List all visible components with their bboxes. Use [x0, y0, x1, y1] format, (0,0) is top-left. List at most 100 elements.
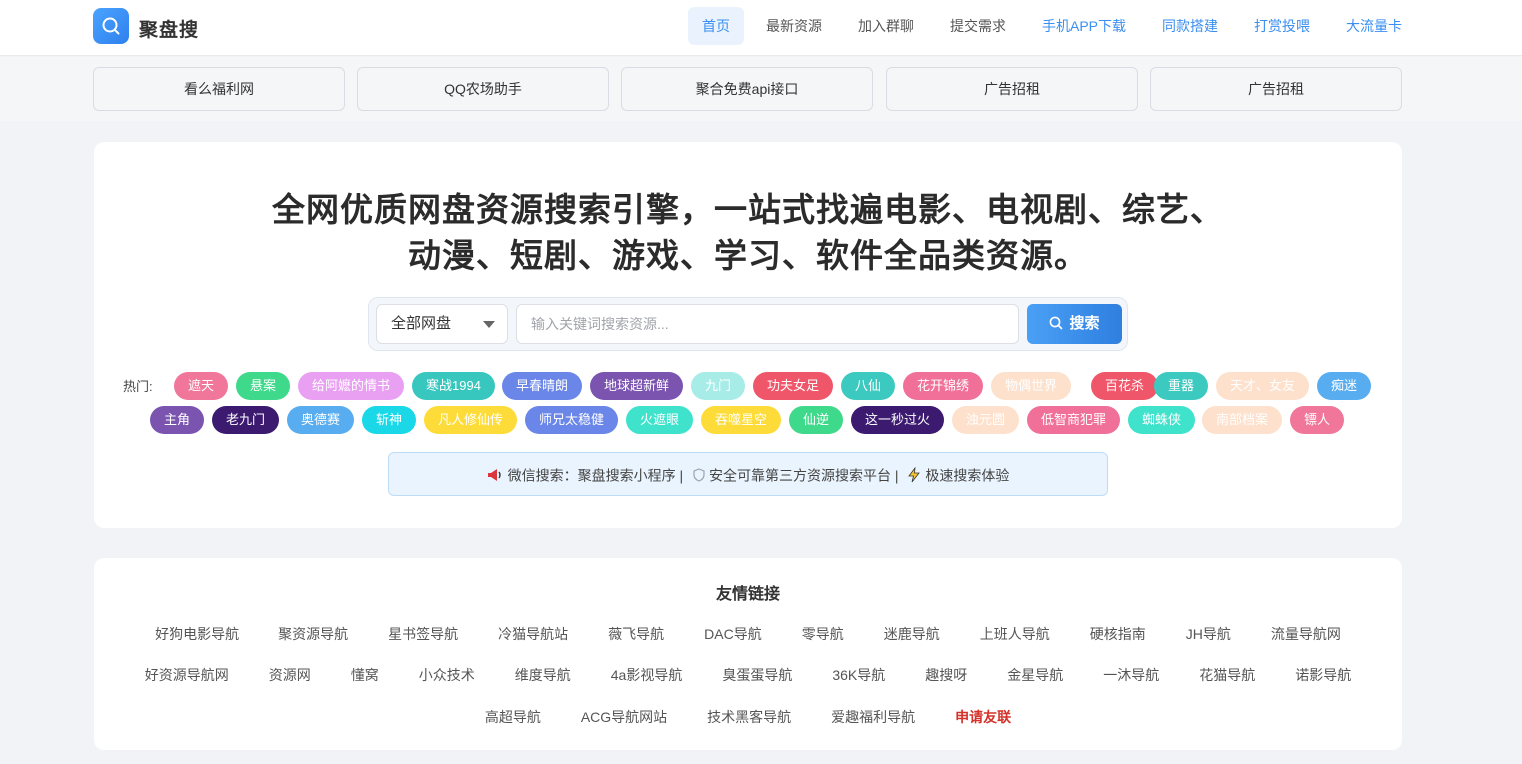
hot-tag-12[interactable]: 重器	[1154, 372, 1209, 400]
hot-tag-8[interactable]: 八仙	[841, 372, 896, 400]
hot-tag-1[interactable]: 悬案	[236, 372, 291, 400]
hot-tag-20[interactable]: 师兄太稳健	[525, 406, 619, 434]
notice-bar: 微信搜索：聚盘搜索小程序 | 安全可靠第三方资源搜索平台 | 极速搜索体验	[388, 452, 1108, 496]
friend-link[interactable]: 36K导航	[832, 665, 885, 685]
friend-links-row: 高超导航 ACG导航网站 技术黑客导航 爱趣福利导航 申请友联	[94, 707, 1402, 727]
friend-link[interactable]: 好资源导航网	[145, 665, 229, 685]
friend-link[interactable]: 懂窝	[351, 665, 379, 685]
hot-tag-24[interactable]: 这一秒过火	[851, 406, 945, 434]
hot-tag-6[interactable]: 九门	[691, 372, 746, 400]
ad-bar: 看么福利网 QQ农场助手 聚合免费api接口 广告招租 广告招租	[0, 57, 1522, 121]
hot-tag-28[interactable]: 南部档案	[1202, 406, 1283, 434]
hot-tag-22[interactable]: 吞噬星空	[701, 406, 782, 434]
hot-tag-13[interactable]: 天才、女友	[1216, 372, 1310, 400]
friend-links-row: 好狗电影导航 聚资源导航 星书签导航 冷猫导航站 薇飞导航 DAC导航 零导航 迷鹿导航 上班人…	[94, 624, 1402, 644]
friend-link[interactable]: 花猫导航	[1199, 665, 1255, 685]
friend-link[interactable]: 小众技术	[419, 665, 475, 685]
logo[interactable]	[93, 8, 129, 44]
friend-links-title: 友情链接	[715, 586, 780, 603]
friend-link[interactable]: 流量导航网	[1271, 624, 1341, 644]
ad-slot-3[interactable]: 广告招租	[886, 67, 1138, 111]
hot-tag-10[interactable]: 物偶世界	[991, 372, 1072, 400]
hot-tag-7[interactable]: 功夫女足	[753, 372, 834, 400]
search-input[interactable]	[516, 304, 1019, 344]
nav-item-1[interactable]: 最新资源	[752, 7, 836, 45]
hot-tag-5[interactable]: 地球超新鲜	[590, 372, 684, 400]
ad-slot-0[interactable]: 看么福利网	[93, 67, 345, 111]
hot-tag-26[interactable]: 低智商犯罪	[1027, 406, 1121, 434]
friend-link[interactable]: JH导航	[1186, 624, 1231, 644]
nav-item-3[interactable]: 提交需求	[936, 7, 1020, 45]
header: 聚盘搜 首页 最新资源 加入群聊 提交需求 手机APP下载 同款搭建 打赏投喂 大流量卡	[0, 0, 1522, 56]
search-button[interactable]: 搜索	[1027, 304, 1122, 344]
shield-icon	[693, 468, 705, 482]
hot-tag-16[interactable]: 老九门	[212, 406, 280, 434]
hot-tag-4[interactable]: 早春晴朗	[502, 372, 583, 400]
top-nav: 首页 最新资源 加入群聊 提交需求 手机APP下载 同款搭建 打赏投喂 大流量卡	[688, 7, 1424, 45]
lightning-icon	[908, 466, 921, 483]
select-value: 全部网盘	[391, 315, 452, 332]
friend-link[interactable]: 4a影视导航	[611, 665, 683, 685]
friend-link[interactable]: 薇飞导航	[608, 624, 664, 644]
nav-item-5[interactable]: 同款搭建	[1148, 7, 1232, 45]
hot-tag-18[interactable]: 斩神	[362, 406, 417, 434]
nav-item-2[interactable]: 加入群聊	[844, 7, 928, 45]
friend-link[interactable]: 聚资源导航	[278, 624, 348, 644]
nav-item-4[interactable]: 手机APP下载	[1028, 7, 1140, 45]
friend-link[interactable]: 爱趣福利导航	[831, 707, 915, 727]
apply-friend-link[interactable]: 申请友联	[955, 707, 1011, 727]
ad-slot-2[interactable]: 聚合免费api接口	[621, 67, 873, 111]
search-button-label: 搜索	[1069, 315, 1100, 332]
chevron-down-icon	[483, 321, 495, 328]
hot-label: 热门:	[123, 379, 153, 394]
friend-links-row: 好资源导航网 资源网 懂窝 小众技术 维度导航 4a影视导航 臭蛋蛋导航 36K导航 趣搜呀 金星…	[94, 665, 1402, 685]
friend-link[interactable]: 臭蛋蛋导航	[722, 665, 792, 685]
page-title: 全网优质网盘资源搜索引擎，一站式找遍电影、电视剧、综艺、 动漫、短剧、游戏、学习…	[94, 187, 1402, 279]
hot-tag-27[interactable]: 蜘蛛侠	[1128, 406, 1196, 434]
nav-item-6[interactable]: 打赏投喂	[1240, 7, 1324, 45]
friend-link[interactable]: DAC导航	[704, 624, 762, 644]
friend-link[interactable]: 维度导航	[515, 665, 571, 685]
friend-link[interactable]: 趣搜呀	[925, 665, 967, 685]
brand-name[interactable]: 聚盘搜	[139, 15, 199, 42]
friend-link[interactable]: 资源网	[269, 665, 311, 685]
hot-tag-17[interactable]: 奥德赛	[287, 406, 355, 434]
friend-link[interactable]: 上班人导航	[980, 624, 1050, 644]
megaphone-icon	[487, 469, 501, 482]
hot-tag-9[interactable]: 花开锦绣	[903, 372, 984, 400]
friend-link[interactable]: 一沐导航	[1103, 665, 1159, 685]
hot-tag-23[interactable]: 仙逆	[789, 406, 844, 434]
friend-link[interactable]: 零导航	[802, 624, 844, 644]
friend-link[interactable]: 星书签导航	[388, 624, 458, 644]
friend-link[interactable]: 诺影导航	[1295, 665, 1351, 685]
nav-item-0[interactable]: 首页	[688, 7, 744, 45]
hot-tag-3[interactable]: 寒战1994	[412, 372, 495, 400]
hot-tag-19[interactable]: 凡人修仙传	[424, 406, 518, 434]
hot-tag-11[interactable]: 百花杀	[1091, 372, 1159, 400]
hot-tag-0[interactable]: 遮天	[174, 372, 229, 400]
hero-card: 全网优质网盘资源搜索引擎，一站式找遍电影、电视剧、综艺、 动漫、短剧、游戏、学习…	[94, 142, 1402, 528]
netdisk-select[interactable]: 全部网盘	[376, 304, 508, 344]
hot-tag-14[interactable]: 痴迷	[1317, 372, 1372, 400]
hot-tag-15[interactable]: 主角	[150, 406, 205, 434]
friend-link[interactable]: 冷猫导航站	[498, 624, 568, 644]
search-icon	[1050, 316, 1063, 330]
hot-tag-2[interactable]: 给阿嬷的情书	[298, 372, 405, 400]
friend-link[interactable]: 迷鹿导航	[884, 624, 940, 644]
ad-slot-4[interactable]: 广告招租	[1150, 67, 1402, 111]
title-line-1: 全网优质网盘资源搜索引擎，一站式找遍电影、电视剧、综艺、	[272, 191, 1224, 228]
ad-slot-1[interactable]: QQ农场助手	[357, 67, 609, 111]
friend-link[interactable]: 硬核指南	[1090, 624, 1146, 644]
nav-item-7[interactable]: 大流量卡	[1332, 7, 1416, 45]
friend-link[interactable]: 高超导航	[485, 707, 541, 727]
friend-link[interactable]: 好狗电影导航	[155, 624, 239, 644]
hot-tag-29[interactable]: 镖人	[1290, 406, 1345, 434]
hot-tag-21[interactable]: 火遮眼	[626, 406, 694, 434]
notice-speed: 极速搜索体验	[925, 467, 1010, 484]
search-icon	[102, 17, 120, 35]
friend-link[interactable]: ACG导航网站	[581, 707, 667, 727]
hot-tag-25[interactable]: 浊元圆	[952, 406, 1020, 434]
friend-link[interactable]: 技术黑客导航	[707, 707, 791, 727]
search-bar: 全部网盘 搜索	[368, 297, 1128, 351]
friend-link[interactable]: 金星导航	[1007, 665, 1063, 685]
